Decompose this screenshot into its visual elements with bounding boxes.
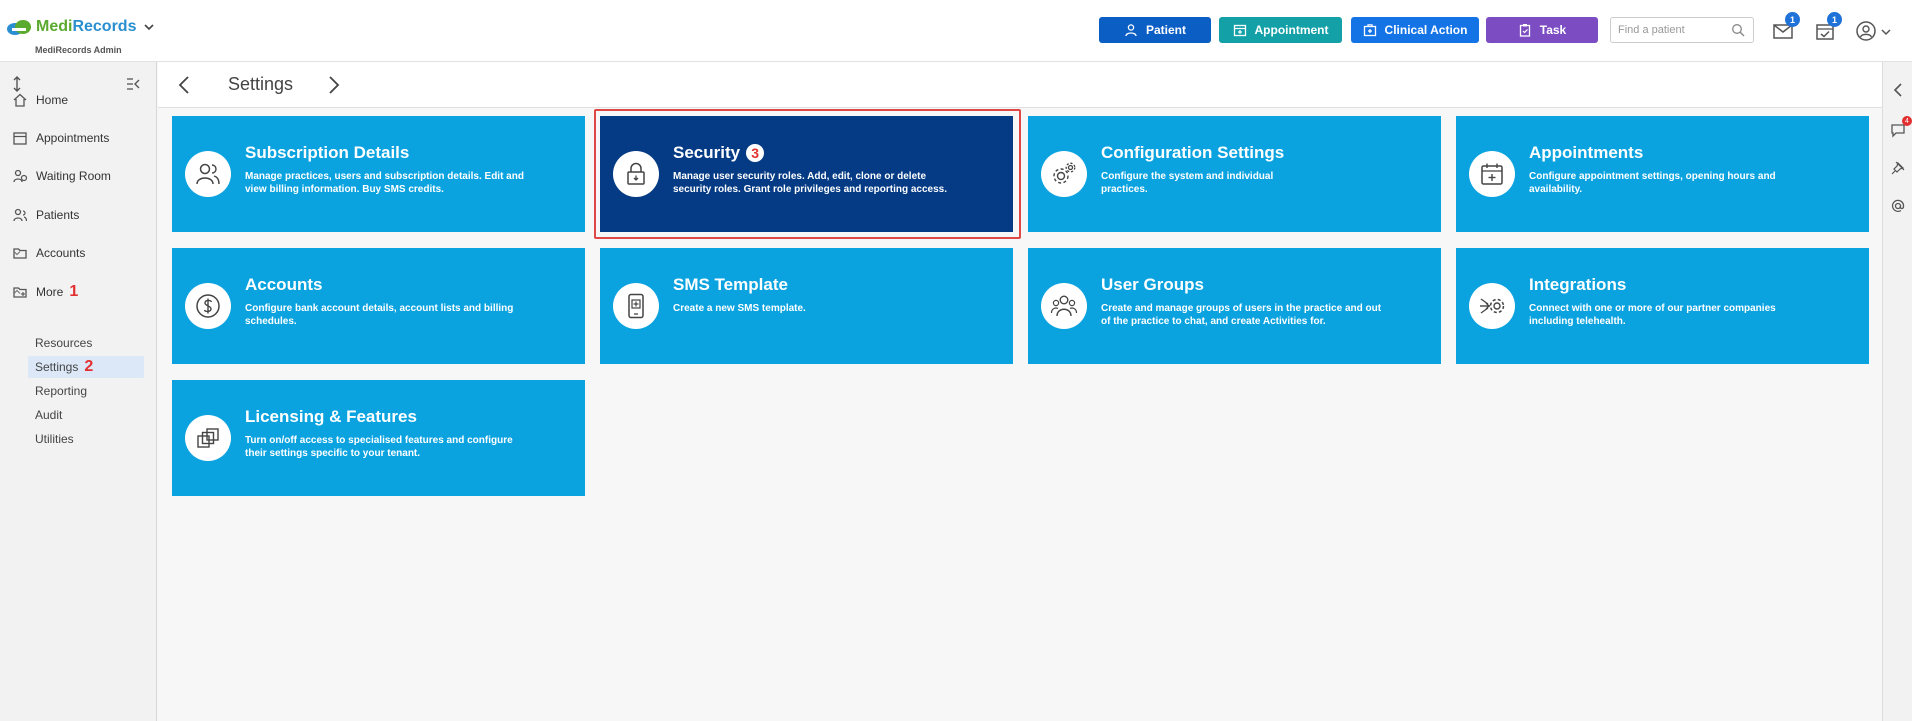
tile-title: Configuration Settings	[1101, 143, 1285, 162]
page-title-bar: Settings	[158, 62, 1882, 108]
patients-icon	[13, 208, 28, 222]
waiting-room-icon	[13, 169, 28, 183]
tile-description: Configure appointment settings, opening …	[1529, 171, 1776, 195]
tasks-badge: 1	[1827, 12, 1842, 27]
tile-appointments[interactable]: Appointments Configure appointment setti…	[1456, 116, 1869, 232]
sidebar-subitem-utilities[interactable]: Utilities	[28, 428, 144, 450]
page-title: Settings	[228, 74, 294, 94]
users-icon	[185, 151, 231, 197]
tile-description: Create and manage groups of users in the…	[1101, 303, 1382, 327]
person-icon	[1125, 24, 1137, 37]
layers-icon	[185, 415, 231, 461]
phone-icon	[613, 283, 659, 329]
user-profile-icon[interactable]	[1855, 20, 1877, 42]
tile-description: Create a new SMS template.	[673, 303, 806, 314]
app-logo[interactable]: MediRecords	[6, 18, 155, 36]
app-subtitle: MediRecords Admin	[35, 45, 122, 55]
chevron-down-icon[interactable]	[144, 20, 155, 34]
tile-sms-template[interactable]: SMS Template Create a new SMS template.	[600, 248, 1013, 364]
selection-highlight	[594, 109, 1021, 239]
tile-licensing-features[interactable]: Licensing & Features Turn on/off access …	[172, 380, 585, 496]
tile-user-groups[interactable]: User Groups Create and manage groups of …	[1028, 248, 1441, 364]
tile-description: Connect with one or more of our partner …	[1529, 303, 1776, 327]
more-label: More 1	[36, 283, 79, 300]
tile-title: Accounts	[245, 275, 323, 294]
pin-icon[interactable]	[1890, 160, 1906, 176]
tile-title: Subscription Details	[245, 143, 410, 162]
sidebar-item-appointments[interactable]: Appointments	[0, 123, 157, 153]
task-button[interactable]: Task	[1486, 17, 1598, 43]
tile-description: Configure the system and individual prac…	[1101, 171, 1274, 195]
sidebar-item-waiting-room[interactable]: Waiting Room	[0, 161, 157, 191]
chevron-left-icon[interactable]	[174, 74, 196, 96]
app-header: MediRecords MediRecords Admin Patient Ap…	[0, 0, 1912, 62]
chevron-up-icon	[13, 289, 21, 294]
integration-icon	[1469, 283, 1515, 329]
dollar-icon	[185, 283, 231, 329]
tile-description: Turn on/off access to specialised featur…	[245, 435, 513, 459]
sidebar-subitem-resources[interactable]: Resources	[28, 332, 144, 354]
sidebar-item-accounts[interactable]: Accounts	[0, 238, 157, 268]
chevron-right-icon[interactable]	[322, 74, 344, 96]
tile-title: Appointments	[1529, 143, 1644, 162]
sidebar-item-patients[interactable]: Patients	[0, 200, 157, 230]
tile-title: Integrations	[1529, 275, 1627, 294]
mention-icon[interactable]	[1890, 198, 1906, 214]
chevron-down-icon	[13, 251, 21, 256]
search-input[interactable]	[1618, 19, 1728, 41]
patient-search[interactable]	[1610, 17, 1754, 43]
sidebar-subitem-reporting[interactable]: Reporting	[28, 380, 144, 402]
tile-title: Licensing & Features	[245, 407, 417, 426]
gears-icon	[1041, 151, 1087, 197]
calendar-plus-icon	[1469, 151, 1515, 197]
tile-configuration-settings[interactable]: Configuration Settings Configure the sys…	[1028, 116, 1441, 232]
patient-button[interactable]: Patient	[1099, 17, 1211, 43]
sidebar-item-more[interactable]: More 1	[0, 277, 157, 307]
tile-description: Configure bank account details, account …	[245, 303, 514, 327]
chat-badge: 4	[1902, 116, 1912, 126]
logo-cloud-icon	[6, 19, 32, 35]
tile-title: User Groups	[1101, 275, 1204, 294]
chevron-left-icon[interactable]	[1890, 82, 1906, 98]
calendar-icon	[1233, 24, 1246, 37]
tile-integrations[interactable]: Integrations Connect with one or more of…	[1456, 248, 1869, 364]
tile-accounts[interactable]: Accounts Configure bank account details,…	[172, 248, 585, 364]
calendar-icon	[13, 132, 27, 145]
search-icon[interactable]	[1731, 23, 1745, 37]
medical-kit-icon	[1363, 24, 1376, 37]
brand-name: MediRecords	[36, 18, 137, 35]
clipboard-icon	[1519, 24, 1530, 37]
appointment-button[interactable]: Appointment	[1219, 17, 1342, 43]
home-icon	[13, 93, 27, 107]
step-marker: 1	[69, 283, 79, 300]
sidebar-subitem-audit[interactable]: Audit	[28, 404, 144, 426]
sidebar-item-home[interactable]: Home	[0, 85, 157, 115]
right-rail: 4	[1882, 62, 1912, 721]
tile-title: SMS Template	[673, 275, 788, 294]
mail-badge: 1	[1785, 12, 1800, 27]
user-group-icon	[1041, 283, 1087, 329]
sidebar-subitem-settings[interactable]: Settings 2	[28, 356, 144, 378]
tile-description: Manage practices, users and subscription…	[245, 171, 524, 195]
sidebar: Home Appointments Waiting Room Patients …	[0, 62, 157, 721]
tile-subscription-details[interactable]: Subscription Details Manage practices, u…	[172, 116, 585, 232]
clinical-action-button[interactable]: Clinical Action	[1351, 17, 1479, 43]
step-marker: 2	[84, 358, 94, 375]
chevron-down-icon[interactable]	[1881, 28, 1891, 36]
